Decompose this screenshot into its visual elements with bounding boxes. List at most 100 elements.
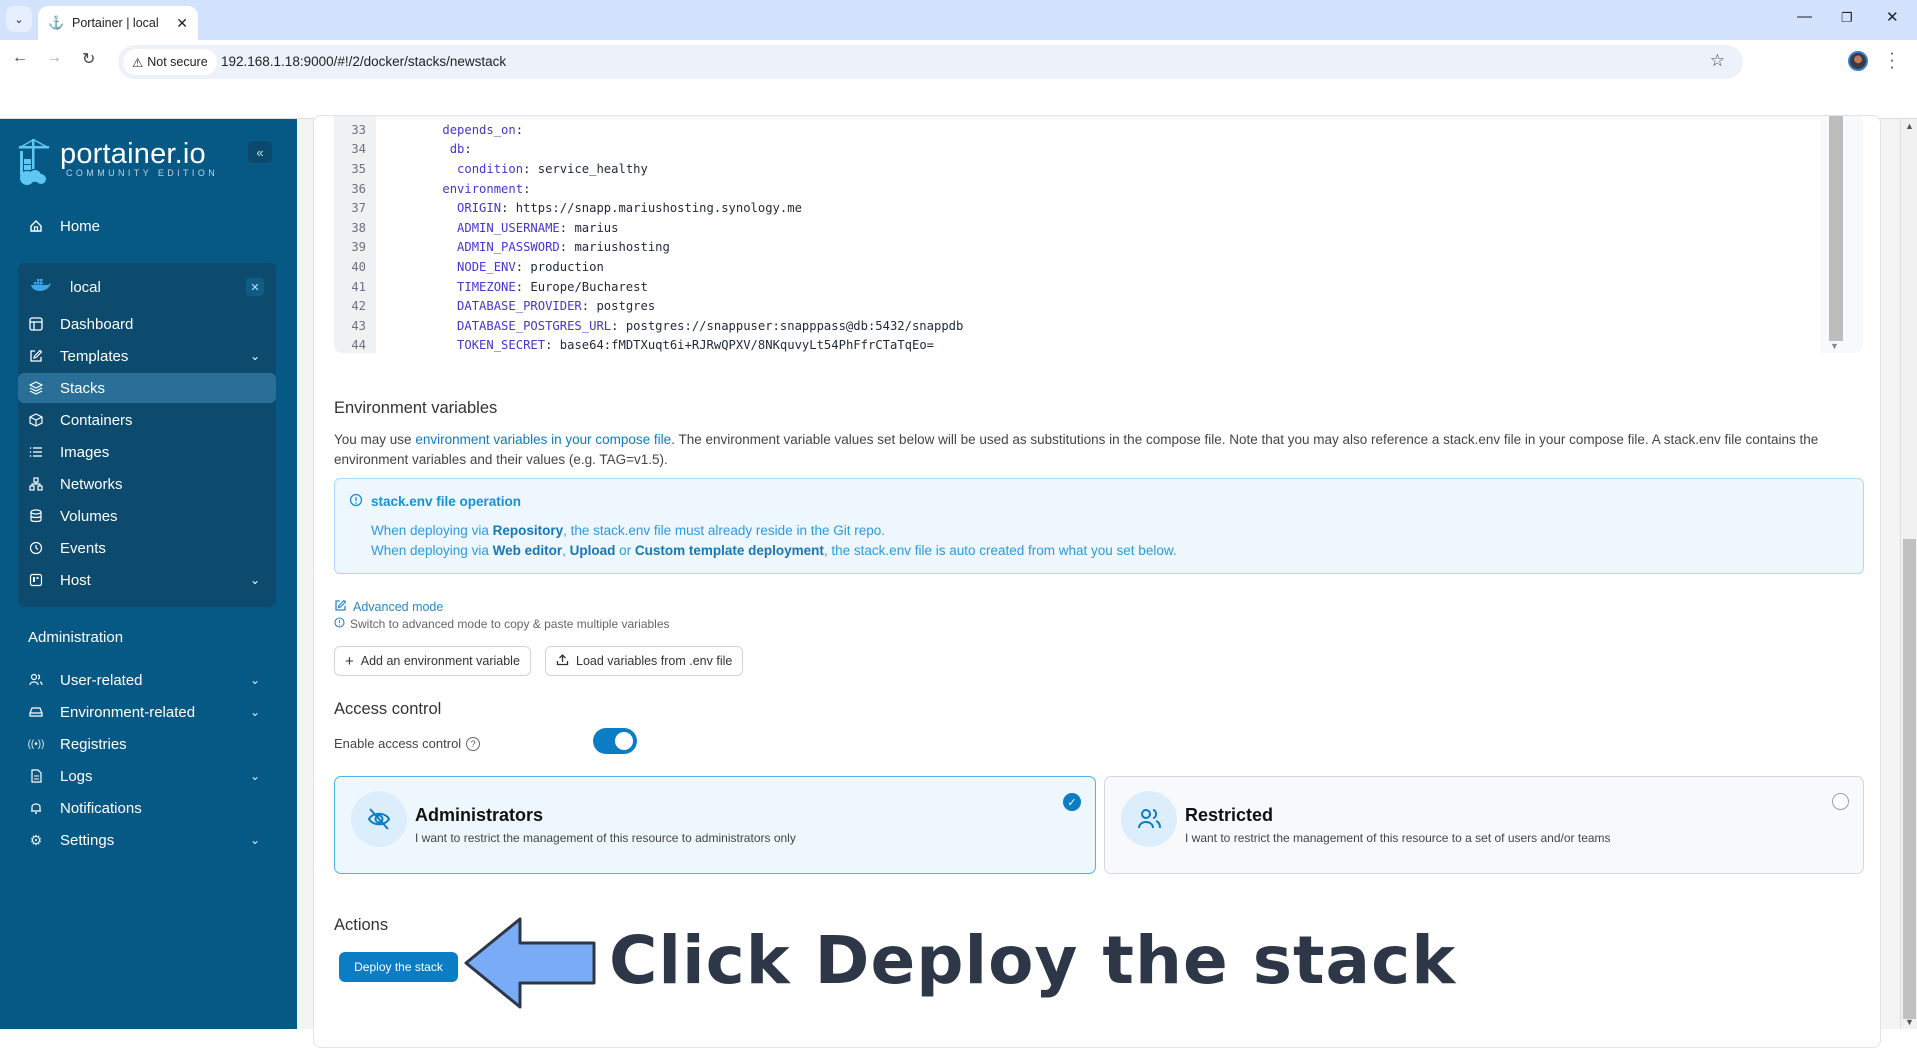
collapse-sidebar-button[interactable]: «	[248, 141, 272, 163]
option-title: Administrators	[415, 805, 544, 825]
sidebar-item-user-related[interactable]: User-related ⌄	[28, 665, 268, 695]
sidebar-item-notifications[interactable]: Notifications	[28, 793, 268, 823]
sidebar-item-label: Home	[60, 217, 101, 235]
url-text[interactable]: 192.168.1.18:9000/#!/2/docker/stacks/new…	[221, 54, 506, 69]
add-env-var-button[interactable]: + Add an environment variable	[334, 646, 531, 676]
sidebar-item-home[interactable]: Home	[28, 211, 268, 241]
code-line[interactable]: 43 DATABASE_POSTGRES_URL: postgres://sna…	[334, 315, 1821, 336]
yaml-value: production	[530, 259, 604, 274]
advanced-mode-link[interactable]: Advanced mode	[334, 599, 443, 615]
code-text: environment:	[376, 178, 1821, 199]
sidebar-item-label: Events	[60, 539, 106, 557]
network-icon	[28, 476, 44, 492]
close-tab-icon[interactable]: ✕	[176, 15, 188, 32]
line-number: 35	[351, 161, 366, 176]
yaml-value: base64:fMDTXuqt6i+RJRwQPXV/8NKquvyLt54Ph…	[559, 338, 934, 353]
code-line[interactable]: 37 ORIGIN: https://snapp.mariushosting.s…	[334, 198, 1821, 218]
info-icon	[334, 617, 345, 631]
environment-header[interactable]: local ✕	[30, 277, 264, 297]
host-icon	[28, 572, 44, 588]
scroll-down-icon[interactable]: ▼	[1830, 341, 1839, 351]
browser-tab[interactable]: ⚓ Portainer | local ✕	[38, 6, 198, 40]
portainer-logo-icon	[16, 139, 52, 185]
line-number: 41	[351, 279, 366, 294]
yaml-key: DATABASE_PROVIDER	[457, 299, 582, 314]
sidebar-item-networks[interactable]: Networks	[18, 469, 276, 499]
compose-editor[interactable]: 33 depends_on:34 db:35 condition: servic…	[334, 116, 1863, 353]
code-line[interactable]: 34 db:	[334, 139, 1821, 160]
code-text: DATABASE_PROVIDER: postgres	[376, 296, 1821, 316]
editor-scrollbar[interactable]	[1829, 116, 1843, 341]
access-control-toggle[interactable]	[593, 728, 637, 754]
sidebar-item-events[interactable]: Events	[18, 533, 276, 563]
omnibox[interactable]: ⚠ Not secure 192.168.1.18:9000/#!/2/dock…	[118, 45, 1743, 79]
sidebar-item-stacks[interactable]: Stacks	[18, 373, 276, 403]
annotation-arrow-icon	[464, 917, 596, 1009]
sidebar-item-logs[interactable]: Logs ⌄	[28, 761, 268, 791]
scroll-up-icon[interactable]: ▲	[1905, 121, 1914, 131]
access-option-restricted[interactable]: Restricted I want to restrict the manage…	[1104, 776, 1864, 874]
help-icon[interactable]: ?	[466, 736, 481, 751]
code-line[interactable]: 35 condition: service_healthy	[334, 159, 1821, 179]
portainer-logo[interactable]: portainer.io COMMUNITY EDITION	[16, 139, 218, 185]
code-line[interactable]: 40 NODE_ENV: production	[334, 257, 1821, 277]
load-env-file-button[interactable]: Load variables from .env file	[545, 646, 744, 676]
radio-button[interactable]	[1832, 793, 1849, 810]
not-secure-badge[interactable]: ⚠ Not secure	[123, 49, 217, 75]
sidebar-item-registries[interactable]: ((•)) Registries	[28, 729, 268, 759]
scroll-down-icon[interactable]: ▼	[1905, 1017, 1914, 1027]
line-number: 33	[351, 122, 366, 137]
yaml-key: ORIGIN	[457, 201, 502, 216]
access-option-administrators[interactable]: Administrators I want to restrict the ma…	[334, 776, 1096, 874]
address-bar-row: ← → ↻ ⚠ Not secure 192.168.1.18:9000/#!/…	[0, 40, 1917, 80]
tab-title: Portainer | local	[72, 16, 159, 30]
chevron-down-icon: ⌄	[14, 13, 24, 26]
option-title: Restricted	[1185, 805, 1274, 825]
yaml-value: marius	[574, 220, 619, 235]
code-line[interactable]: 42 DATABASE_PROVIDER: postgres	[334, 296, 1821, 316]
code-line[interactable]: 33 depends_on:	[334, 120, 1821, 140]
yaml-key: TOKEN_SECRET	[457, 338, 546, 353]
code-text: TOKEN_SECRET: base64:fMDTXuqt6i+RJRwQPXV…	[376, 335, 1821, 353]
line-number: 44	[351, 338, 366, 353]
reload-icon[interactable]: ↻	[82, 49, 95, 69]
layers-icon	[28, 380, 44, 396]
tab-search-button[interactable]: ⌄	[6, 6, 32, 32]
window-close-icon[interactable]: ✕	[1886, 8, 1899, 26]
sidebar-item-volumes[interactable]: Volumes	[18, 501, 276, 531]
code-line[interactable]: 41 TIMEZONE: Europe/Bucharest	[334, 276, 1821, 297]
code-line[interactable]: 39 ADMIN_PASSWORD: mariushosting	[334, 237, 1821, 258]
code-line[interactable]: 36 environment:	[334, 178, 1821, 199]
warning-icon: ⚠	[132, 55, 144, 70]
yaml-key: depends_on	[442, 122, 516, 137]
sidebar-item-host[interactable]: Host ⌄	[18, 565, 276, 595]
yaml-key: ADMIN_USERNAME	[457, 220, 560, 235]
page-scrollbar[interactable]: ▲ ▼	[1900, 119, 1917, 1029]
back-icon[interactable]: ←	[12, 49, 28, 67]
browser-menu-icon[interactable]: · · ·	[1889, 44, 1895, 75]
sidebar-item-environment-related[interactable]: Environment-related ⌄	[28, 697, 268, 727]
page-scrollbar-thumb[interactable]	[1903, 539, 1916, 1019]
checkmark-icon: ✓	[1063, 793, 1081, 811]
profile-avatar[interactable]	[1848, 51, 1868, 71]
eye-off-icon	[351, 791, 407, 847]
sidebar-item-dashboard[interactable]: Dashboard	[18, 309, 276, 339]
forward-icon[interactable]: →	[46, 49, 62, 67]
line-number: 36	[351, 181, 366, 196]
env-vars-docs-link[interactable]: environment variables in your compose fi…	[415, 432, 671, 447]
close-environment-icon[interactable]: ✕	[246, 278, 264, 296]
line-number: 34	[351, 142, 366, 157]
code-line[interactable]: 44 TOKEN_SECRET: base64:fMDTXuqt6i+RJRwQ…	[334, 335, 1821, 353]
users-icon	[28, 672, 44, 688]
minimize-icon[interactable]: —	[1797, 8, 1812, 25]
sidebar-item-containers[interactable]: Containers	[18, 405, 276, 435]
sidebar-item-settings[interactable]: ⚙ Settings ⌄	[28, 825, 268, 855]
bookmark-star-icon[interactable]: ☆	[1710, 51, 1725, 71]
hint-text: Switch to advanced mode to copy & paste …	[350, 617, 670, 631]
deploy-stack-button[interactable]: Deploy the stack	[339, 952, 458, 982]
sidebar-item-images[interactable]: Images	[18, 437, 276, 467]
sidebar-item-templates[interactable]: Templates ⌄	[18, 341, 276, 371]
restore-icon[interactable]: ❐	[1841, 10, 1853, 26]
code-text: DATABASE_POSTGRES_URL: postgres://snappu…	[376, 315, 1821, 336]
code-line[interactable]: 38 ADMIN_USERNAME: marius	[334, 217, 1821, 238]
